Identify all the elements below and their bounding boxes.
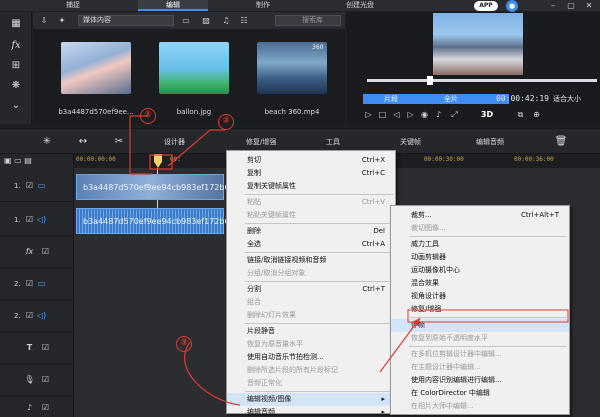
annotation-overlay [129, 115, 569, 406]
annotation-3: ③ [176, 336, 192, 352]
annotation-2: ② [218, 114, 234, 130]
annotation-1: ① [140, 108, 156, 124]
